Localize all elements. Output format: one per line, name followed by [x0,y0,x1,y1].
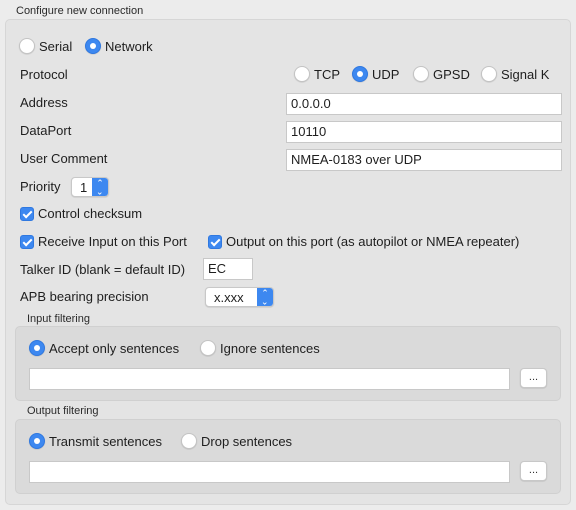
apb-precision-select[interactable]: x.xxx ⌃ ⌃ [205,287,274,307]
user-comment-input[interactable]: NMEA-0183 over UDP [286,149,562,171]
radio-signalk[interactable]: Signal K [481,66,549,82]
radio-udp[interactable]: UDP [352,66,399,82]
address-input[interactable]: 0.0.0.0 [286,93,562,115]
radio-transmit[interactable]: Transmit sentences [29,433,162,449]
radio-indicator [294,66,310,82]
output-filter-browse-button[interactable]: ... [520,461,547,481]
priority-select[interactable]: 1 ⌃ ⌃ [71,177,109,197]
dataport-input[interactable]: 10110 [286,121,562,143]
radio-gpsd[interactable]: GPSD [413,66,470,82]
checkmark-icon [20,234,34,249]
radio-gpsd-label: GPSD [433,66,470,82]
radio-ignore[interactable]: Ignore sentences [200,340,320,356]
radio-serial[interactable]: Serial [19,38,72,54]
address-label: Address [20,95,68,110]
radio-indicator [413,66,429,82]
dataport-label: DataPort [20,123,72,138]
radio-indicator [85,38,101,54]
receive-input-label: Receive Input on this Port [38,234,187,249]
radio-ignore-label: Ignore sentences [220,340,320,356]
radio-serial-label: Serial [39,38,73,54]
radio-indicator [200,340,216,356]
radio-accept-only-label: Accept only sentences [49,340,180,356]
radio-indicator [481,66,497,82]
output-filtering-title: Output filtering [27,405,99,417]
stepper-arrows-icon: ⌃ ⌃ [92,178,108,196]
checkmark-icon [20,206,34,221]
input-filter-browse-button[interactable]: ... [520,368,547,388]
priority-label: Priority [20,179,61,194]
radio-indicator [19,38,35,54]
output-filter-sentences-input[interactable] [29,461,510,483]
radio-network-label: Network [105,38,153,54]
radio-transmit-label: Transmit sentences [49,433,162,449]
protocol-label: Protocol [20,67,68,82]
receive-input-checkbox[interactable]: Receive Input on this Port [20,234,187,249]
talker-id-input[interactable]: EC [203,258,253,280]
radio-indicator [29,433,45,449]
output-port-checkbox[interactable]: Output on this port (as autopilot or NME… [208,234,519,249]
control-checksum-label: Control checksum [38,206,143,221]
user-comment-label: User Comment [20,151,108,166]
radio-signalk-label: Signal K [501,66,550,82]
apb-precision-label: APB bearing precision [20,289,149,304]
apb-precision-value: x.xxx [214,289,244,305]
configure-connection-title: Configure new connection [16,5,144,17]
radio-network[interactable]: Network [85,38,153,54]
radio-indicator [181,433,197,449]
input-filtering-title: Input filtering [27,313,90,325]
radio-udp-label: UDP [372,66,400,82]
output-port-label: Output on this port (as autopilot or NME… [226,234,520,249]
checkmark-icon [208,234,222,249]
stepper-arrows-icon: ⌃ ⌃ [257,288,273,306]
control-checksum-checkbox[interactable]: Control checksum [20,206,142,221]
radio-drop-label: Drop sentences [201,433,293,449]
radio-tcp[interactable]: TCP [294,66,340,82]
radio-indicator [29,340,45,356]
radio-indicator [352,66,368,82]
radio-accept-only[interactable]: Accept only sentences [29,340,179,356]
radio-drop[interactable]: Drop sentences [181,433,292,449]
input-filter-sentences-input[interactable] [29,368,510,390]
talker-id-label: Talker ID (blank = default ID) [20,262,186,277]
priority-value: 1 [80,179,88,195]
radio-tcp-label: TCP [314,66,340,82]
